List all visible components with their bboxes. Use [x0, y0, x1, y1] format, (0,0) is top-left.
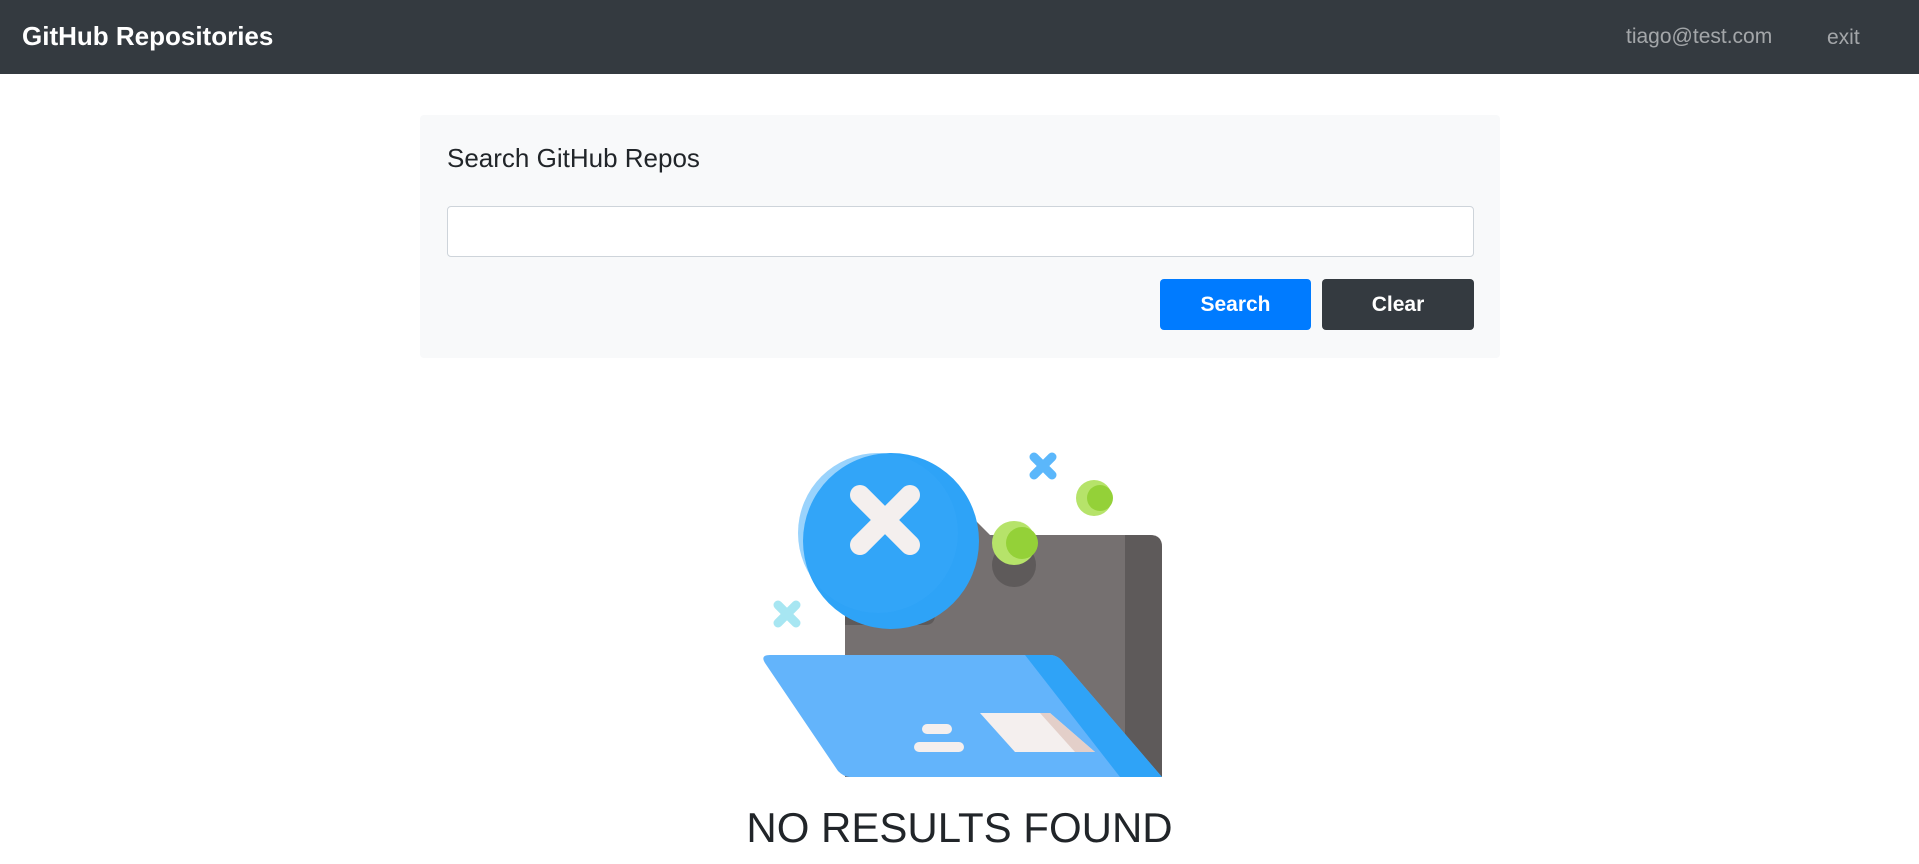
folder-line-1	[922, 724, 952, 734]
search-button[interactable]: Search	[1160, 279, 1311, 330]
search-input[interactable]	[447, 206, 1474, 257]
green-ball-large-shade	[1006, 527, 1038, 559]
no-results-folder-icon	[763, 452, 1162, 777]
search-title: Search GitHub Repos	[447, 143, 700, 173]
navbar: GitHub Repositories tiago@test.com exit	[0, 0, 1919, 74]
clear-button[interactable]: Clear	[1322, 279, 1474, 330]
no-results-message: NO RESULTS FOUND	[746, 804, 1173, 851]
green-ball-small-shade	[1087, 485, 1113, 511]
navbar-brand[interactable]: GitHub Repositories	[22, 20, 273, 52]
sparkle-blue	[1029, 452, 1057, 480]
folder-line-2	[914, 742, 964, 752]
user-email: tiago@test.com	[1626, 25, 1773, 48]
exit-link[interactable]: exit	[1827, 23, 1860, 53]
sparkle-teal	[773, 600, 801, 628]
search-card: Search GitHub Repos Search Clear	[420, 115, 1500, 358]
